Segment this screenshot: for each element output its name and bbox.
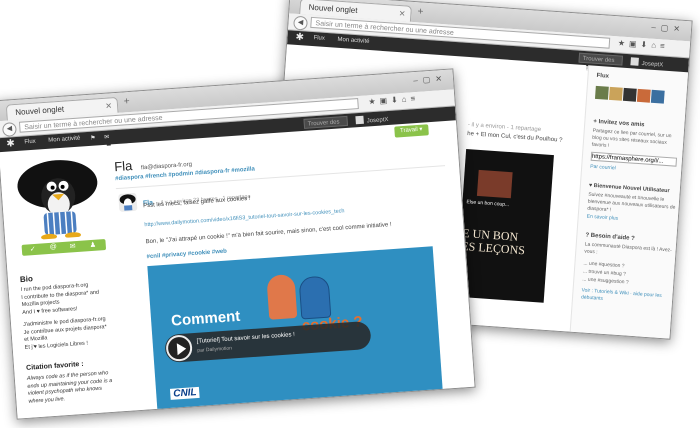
profile-actions: ✓ @ ✉ ♟	[21, 239, 107, 256]
post-link[interactable]: http://www.dailymotion.com/video/x16fiS3…	[144, 208, 344, 228]
nav-activity[interactable]: Mon activité	[48, 136, 80, 144]
video-embed[interactable]: Comment cookie ? [Tutoriel] Tout savoir …	[147, 246, 443, 412]
video-word: Comment	[170, 307, 241, 330]
invite-title-text: Invitez vos amis	[598, 119, 645, 129]
aspect-dropdown[interactable]: Travail ▾	[393, 124, 429, 138]
avatar[interactable]	[594, 85, 609, 100]
avatar[interactable]	[650, 89, 665, 104]
right-aside: Flux + Invitez vos amis Partagez ce lien…	[569, 65, 690, 339]
toolbar-icons[interactable]: ★▣⬇⌂≡	[368, 94, 419, 107]
toolbar-icons[interactable]: ★▣⬇⌂≡	[618, 38, 669, 51]
quote-title: Citation favorite :	[25, 360, 84, 372]
tab-close-icon[interactable]: ✕	[398, 6, 406, 22]
user-menu[interactable]: JoseptX	[355, 114, 389, 125]
help-footer[interactable]: Voir : Tutoriels & Wiki · aide pour les …	[581, 287, 670, 307]
message-icon[interactable]: ✉	[69, 242, 76, 250]
contacts-avatars	[594, 85, 665, 109]
profile-handle: fla@diaspora-fr.org	[140, 161, 193, 172]
video-character	[298, 275, 332, 320]
post-tags[interactable]: #cnil #privacy #cookie #web	[146, 249, 227, 261]
back-icon[interactable]: ◀	[293, 15, 308, 31]
search-input[interactable]: Trouver des gens	[578, 52, 624, 73]
video-big-text: E UN BON ES LEÇONS	[460, 225, 526, 258]
cnil-logo: CNIL	[169, 386, 200, 400]
bio-title: Bio	[19, 274, 34, 285]
video-embed[interactable]: Else un bon coup... E UN BON ES LEÇONS	[455, 148, 554, 303]
invite-text: Partagez ce lien par courriel, sur un bl…	[591, 127, 672, 149]
tab-close-icon[interactable]: ✕	[105, 98, 113, 114]
post-avatar[interactable]	[118, 192, 138, 212]
aside-title: Flux	[596, 72, 610, 80]
mention-icon[interactable]: @	[50, 243, 58, 250]
play-icon[interactable]	[165, 334, 194, 363]
username: JoseptX	[641, 61, 664, 69]
tux-small-icon	[119, 194, 136, 211]
video-title: [Tutoriel] Tout savoir sur les cookies !	[196, 332, 296, 345]
new-tab-icon[interactable]: +	[123, 96, 130, 107]
nav-activity[interactable]: Mon activité	[337, 37, 369, 45]
bio-text: I run the pod diaspora-fr.org I contribu…	[20, 280, 120, 352]
invite-email-link[interactable]: Par courriel	[590, 164, 616, 172]
quote-text: Always code as if the person who ends up…	[27, 369, 123, 405]
search-input[interactable]: Trouver des gens	[303, 115, 349, 138]
profile-sidebar: ✓ @ ✉ ♟ Bio I run the pod diaspora-fr.or…	[0, 144, 126, 419]
user-icon[interactable]: ♟	[89, 241, 97, 249]
tab-title: Nouvel onglet	[308, 2, 358, 16]
post-header: - il y a environ - 1 repartage he + El m…	[467, 121, 578, 147]
post-actions[interactable]: Public · J'aime · Repartager · Commenter	[158, 407, 251, 419]
messages-icon[interactable]: ✉	[104, 134, 109, 141]
welcome-link[interactable]: En savoir plus	[587, 214, 619, 222]
front-browser-window: Nouvel onglet ✕ + –▢✕ ◀ Saisir un terme à…	[0, 68, 476, 420]
notifications-icon[interactable]: ⚑	[90, 134, 96, 141]
checkmark-icon[interactable]: ✓	[30, 245, 36, 253]
diaspora-logo-icon[interactable]: ✱	[295, 32, 304, 44]
avatar	[630, 57, 639, 66]
main-stream: Travail ▾ Fla fla@diaspora-fr.org #diasp…	[110, 120, 475, 420]
avatar	[355, 115, 364, 125]
nav-flux[interactable]: Flux	[313, 35, 325, 42]
diaspora-logo-icon[interactable]: ✱	[6, 138, 15, 150]
help-text: La communauté Diaspora est là ! Avez-vou…	[584, 241, 672, 256]
video-banner: Else un bon coup...	[466, 199, 510, 209]
avatar[interactable]	[636, 88, 651, 103]
video-thumbnail	[476, 169, 513, 199]
video-character	[266, 273, 298, 320]
help-list: ... une #question ? ... trouvé un #bug ?…	[582, 259, 630, 286]
username: JoseptX	[366, 117, 389, 125]
new-tab-icon[interactable]: +	[417, 6, 424, 17]
window-controls[interactable]: –▢✕	[413, 74, 447, 85]
back-icon[interactable]: ◀	[1, 121, 17, 137]
video-source: par Dailymotion	[197, 345, 233, 354]
tab-title: Nouvel onglet	[14, 104, 65, 117]
profile-name: Fla	[113, 157, 133, 175]
help-title-text: Besoin d'aide ?	[590, 232, 635, 242]
user-menu[interactable]: JoseptX	[630, 57, 664, 69]
avatar[interactable]	[622, 87, 637, 102]
tux-avatar	[17, 160, 98, 240]
avatar[interactable]	[608, 86, 623, 101]
window-controls[interactable]: –▢✕	[651, 23, 685, 34]
nav-flux[interactable]: Flux	[24, 139, 36, 146]
